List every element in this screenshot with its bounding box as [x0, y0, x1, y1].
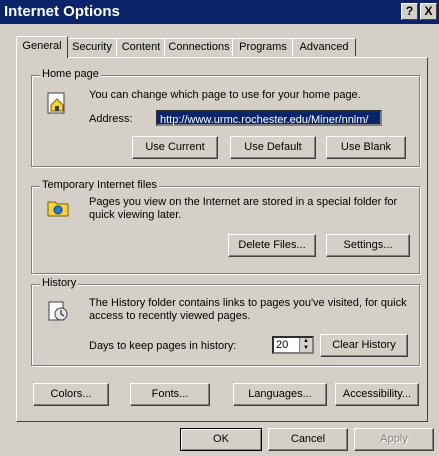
- delete-files-button[interactable]: Delete Files...: [228, 234, 316, 257]
- days-to-keep-spinner[interactable]: 20 ▲ ▼: [272, 336, 314, 354]
- tab-advanced[interactable]: Advanced: [292, 38, 356, 56]
- home-page-description: You can change which page to use for you…: [89, 89, 361, 101]
- days-to-keep-value: 20: [276, 339, 289, 351]
- tab-connections[interactable]: Connections: [164, 38, 234, 56]
- address-field[interactable]: http://www.urmc.rochester.edu/Miner/nnlm…: [156, 110, 382, 126]
- help-button[interactable]: ?: [401, 3, 418, 20]
- history-legend: History: [40, 277, 79, 289]
- temporary-files-legend: Temporary Internet files: [40, 179, 159, 191]
- folder-icon: [47, 196, 69, 218]
- internet-options-window: Internet Options ? X General Security Co…: [0, 0, 439, 456]
- colors-button[interactable]: Colors...: [33, 383, 109, 406]
- use-default-button[interactable]: Use Default: [230, 136, 316, 159]
- tab-general[interactable]: General: [16, 36, 68, 58]
- cancel-button[interactable]: Cancel: [268, 428, 348, 451]
- home-page-legend: Home page: [40, 68, 101, 80]
- window-title: Internet Options: [4, 3, 120, 20]
- accessibility-button[interactable]: Accessibility...: [335, 383, 419, 406]
- temporary-files-description: Pages you view on the Internet are store…: [89, 196, 398, 221]
- use-blank-button[interactable]: Use Blank: [326, 136, 406, 159]
- history-icon: [47, 300, 69, 322]
- spinner-arrows-icon[interactable]: ▲ ▼: [299, 338, 312, 352]
- tab-content[interactable]: Content: [116, 38, 166, 56]
- clear-history-button[interactable]: Clear History: [320, 334, 408, 357]
- days-to-keep-label: Days to keep pages in history:: [89, 340, 237, 352]
- fonts-button[interactable]: Fonts...: [130, 383, 210, 406]
- address-label: Address:: [89, 113, 133, 125]
- use-current-button[interactable]: Use Current: [132, 136, 218, 159]
- close-button[interactable]: X: [420, 3, 437, 20]
- tab-security[interactable]: Security: [66, 38, 118, 56]
- apply-button[interactable]: Apply: [354, 428, 434, 451]
- home-page-icon: [47, 92, 69, 114]
- languages-button[interactable]: Languages...: [233, 383, 327, 406]
- history-description: The History folder contains links to pag…: [89, 297, 407, 322]
- settings-button[interactable]: Settings...: [326, 234, 410, 257]
- ok-button[interactable]: OK: [180, 428, 262, 451]
- tab-programs[interactable]: Programs: [232, 38, 294, 56]
- title-bar: Internet Options ? X: [0, 0, 439, 24]
